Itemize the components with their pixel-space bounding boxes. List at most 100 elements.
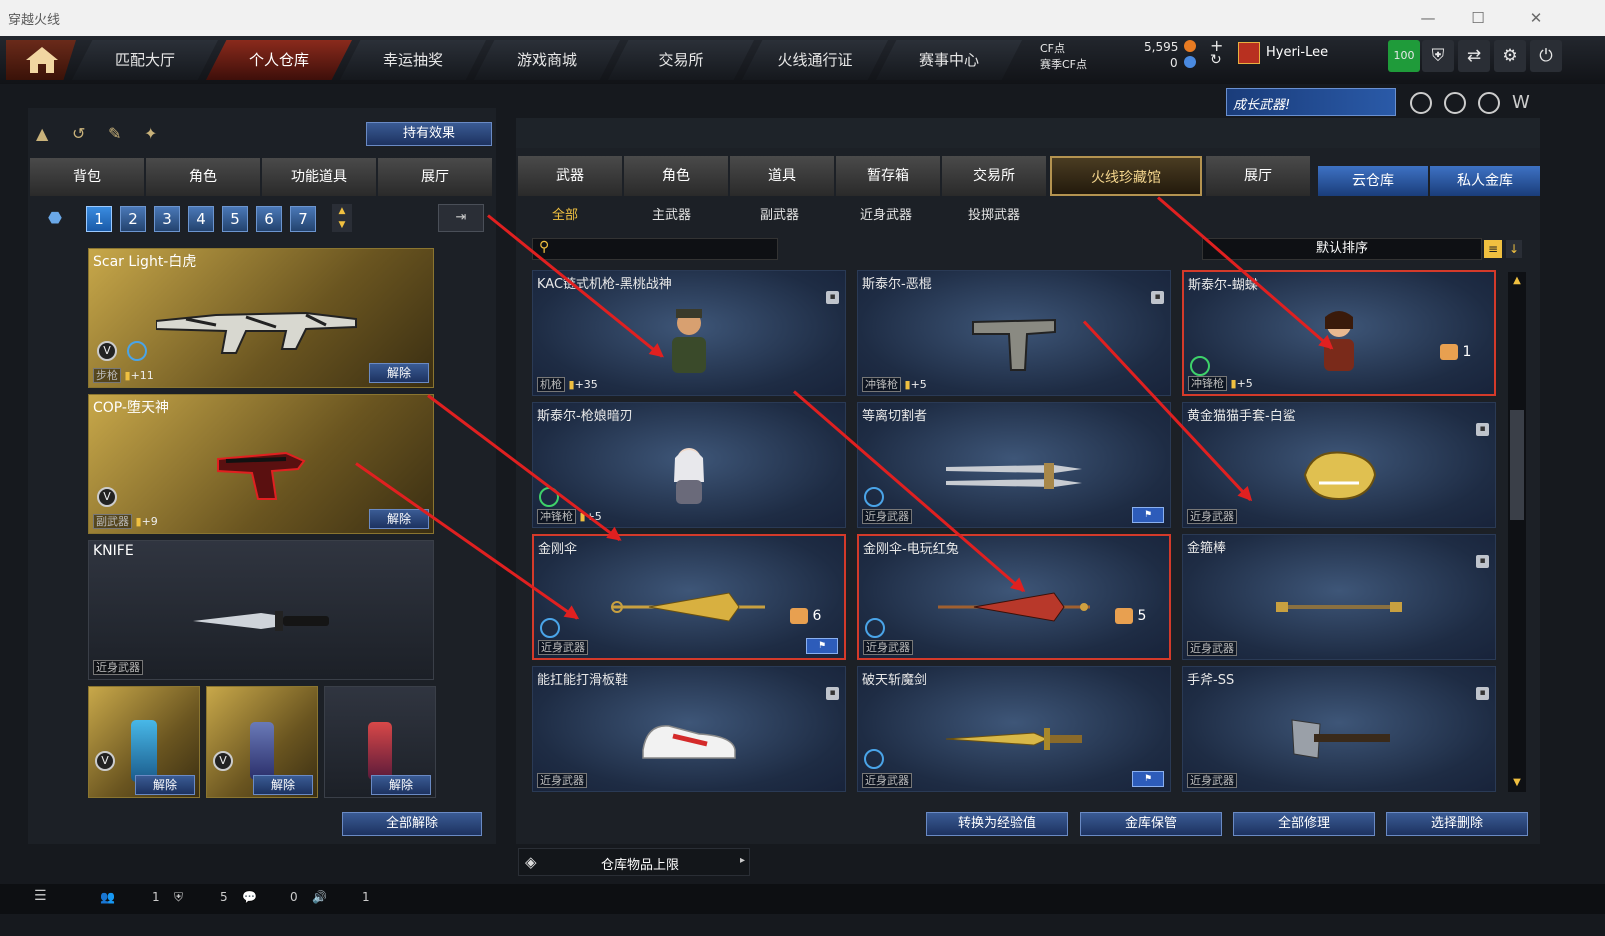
item-count: 6 bbox=[812, 608, 822, 624]
grenade-slot-2[interactable]: V 解除 bbox=[206, 686, 318, 798]
menu-icon[interactable]: ☰ bbox=[34, 888, 47, 904]
level-badge[interactable]: 100 bbox=[1388, 40, 1420, 72]
nav-tab-events[interactable]: 赛事中心 bbox=[876, 40, 1022, 80]
release-button[interactable]: 解除 bbox=[369, 509, 429, 529]
tab-items[interactable]: 功能道具 bbox=[262, 158, 376, 196]
item-card[interactable]: 黄金猫猫手套-白鲨 ▪ 近身武器 bbox=[1182, 402, 1496, 528]
username[interactable]: Hyeri-Lee bbox=[1266, 45, 1328, 60]
item-card[interactable]: 破天斩魔剑 ⚑ 近身武器 bbox=[857, 666, 1171, 792]
item-type: 近身武器 bbox=[862, 773, 912, 788]
tab-character[interactable]: 角色 bbox=[146, 158, 260, 196]
edit-icon[interactable]: ✎ bbox=[108, 124, 121, 143]
convert-to-exp-button[interactable]: 转换为经验值 bbox=[926, 812, 1068, 836]
tab-props[interactable]: 道具 bbox=[730, 156, 834, 196]
repair-all-button[interactable]: 全部修理 bbox=[1233, 812, 1375, 836]
release-button[interactable]: 解除 bbox=[135, 775, 195, 795]
subtab-melee[interactable]: 近身武器 bbox=[860, 204, 912, 223]
subtab-all[interactable]: 全部 bbox=[552, 204, 578, 223]
tab-exchange[interactable]: 交易所 bbox=[942, 156, 1046, 196]
transfer-icon[interactable]: ⇥ bbox=[438, 204, 484, 232]
nav-tab-shop[interactable]: 游戏商城 bbox=[474, 40, 620, 80]
chat-icon[interactable]: 💬 bbox=[242, 890, 257, 904]
release-button[interactable]: 解除 bbox=[253, 775, 313, 795]
equipped-slot-knife[interactable]: KNIFE 近身武器 bbox=[88, 540, 434, 680]
item-card[interactable]: 金刚伞-电玩红兔 5 近身武器 bbox=[857, 534, 1171, 660]
sort-dropdown[interactable]: 默认排序 bbox=[1202, 238, 1482, 260]
equipped-slot-pistol[interactable]: COP-堕天神 V 副武器 ▮+9 解除 bbox=[88, 394, 434, 534]
gift-icon[interactable]: ✦ bbox=[144, 124, 157, 143]
gear-icon[interactable]: ⚙ bbox=[1494, 40, 1526, 72]
nav-tab-exchange[interactable]: 交易所 bbox=[608, 40, 754, 80]
globe-icon[interactable] bbox=[1444, 92, 1466, 114]
release-button[interactable]: 解除 bbox=[369, 363, 429, 383]
tab-showroom[interactable]: 展厅 bbox=[378, 158, 492, 196]
equipped-slot-rifle[interactable]: Scar Light-白虎 V 步枪 ▮+11 解除 bbox=[88, 248, 434, 388]
vault-storage-button[interactable]: 金库保管 bbox=[1080, 812, 1222, 836]
tab-collection-hall[interactable]: 火线珍藏馆 bbox=[1050, 156, 1202, 196]
v-badge-icon[interactable] bbox=[1410, 92, 1432, 114]
history-icon[interactable]: ↺ bbox=[72, 124, 85, 143]
item-card[interactable]: 斯泰尔-蝴蝶 1 冲锋枪 ▮+5 bbox=[1182, 270, 1496, 396]
v-icon: V bbox=[95, 751, 115, 771]
maximize-button[interactable]: ☐ bbox=[1468, 8, 1488, 28]
scroll-up-icon[interactable]: ▲ bbox=[1508, 272, 1526, 290]
tab-weapons[interactable]: 武器 bbox=[518, 156, 622, 196]
page-2-button[interactable]: 2 bbox=[120, 206, 146, 232]
nav-tab-match-hall[interactable]: 匹配大厅 bbox=[72, 40, 218, 80]
item-card[interactable]: 金箍棒 ▪ 近身武器 bbox=[1182, 534, 1496, 660]
grenade-slot-1[interactable]: V 解除 bbox=[88, 686, 200, 798]
subtab-throwing[interactable]: 投掷武器 bbox=[968, 204, 1020, 223]
tab-characters[interactable]: 角色 bbox=[624, 156, 728, 196]
tab-temp-box[interactable]: 暂存箱 bbox=[836, 156, 940, 196]
list-icon[interactable]: ≡ bbox=[1484, 240, 1502, 258]
tab-backpack[interactable]: 背包 bbox=[30, 158, 144, 196]
tab-private-vault[interactable]: 私人金库 bbox=[1430, 166, 1540, 196]
growth-weapon-banner[interactable]: 成长武器! bbox=[1226, 88, 1396, 116]
shield-icon[interactable]: ⛨ bbox=[1422, 40, 1454, 72]
w-logo-icon[interactable]: W bbox=[1512, 92, 1536, 114]
sound-icon[interactable]: 🔊 bbox=[312, 890, 327, 904]
page-3-button[interactable]: 3 bbox=[154, 206, 180, 232]
refresh-icon[interactable]: ↻ bbox=[1210, 52, 1222, 68]
tab-showroom[interactable]: 展厅 bbox=[1206, 156, 1310, 196]
item-card[interactable]: 斯泰尔-恶棍 ▪ 冲锋枪 ▮+5 bbox=[857, 270, 1171, 396]
subtab-secondary[interactable]: 副武器 bbox=[760, 204, 799, 223]
scroll-down-icon[interactable]: ▼ bbox=[1508, 774, 1526, 792]
page-7-button[interactable]: 7 bbox=[290, 206, 316, 232]
release-all-button[interactable]: 全部解除 bbox=[342, 812, 482, 836]
friends-icon[interactable]: 👥 bbox=[100, 890, 115, 904]
scrollbar-thumb[interactable] bbox=[1510, 410, 1524, 520]
search-icon: ⚲ bbox=[539, 239, 550, 255]
item-card[interactable]: 金刚伞 6 ⚑ 近身武器 bbox=[532, 534, 846, 660]
page-6-button[interactable]: 6 bbox=[256, 206, 282, 232]
nav-tab-pass[interactable]: 火线通行证 bbox=[742, 40, 888, 80]
item-card[interactable]: 能扛能打滑板鞋 ▪ 近身武器 bbox=[532, 666, 846, 792]
search-input[interactable]: ⚲ bbox=[532, 238, 778, 260]
friends-count: 1 bbox=[152, 890, 160, 904]
scrollbar[interactable] bbox=[1508, 272, 1526, 792]
select-delete-button[interactable]: 选择删除 bbox=[1386, 812, 1528, 836]
page-up-down-icon[interactable]: ▲ ▼ bbox=[332, 204, 352, 232]
nav-tab-personal-storage[interactable]: 个人仓库 bbox=[206, 40, 352, 80]
page-1-button[interactable]: 1 bbox=[86, 206, 112, 232]
minimize-button[interactable]: — bbox=[1418, 8, 1438, 28]
sort-direction-icon[interactable]: ↓ bbox=[1506, 240, 1522, 258]
page-4-button[interactable]: 4 bbox=[188, 206, 214, 232]
clan-icon[interactable]: ⛨ bbox=[174, 890, 183, 905]
power-icon[interactable]: ⏻ bbox=[1530, 40, 1562, 72]
item-card[interactable]: 手斧-SS ▪ 近身武器 bbox=[1182, 666, 1496, 792]
tab-cloud-storage[interactable]: 云仓库 bbox=[1318, 166, 1428, 196]
release-button[interactable]: 解除 bbox=[371, 775, 431, 795]
subtab-primary[interactable]: 主武器 bbox=[652, 204, 691, 223]
page-5-button[interactable]: 5 bbox=[222, 206, 248, 232]
nav-tab-lottery[interactable]: 幸运抽奖 bbox=[340, 40, 486, 80]
switch-icon[interactable]: ⇄ bbox=[1458, 40, 1490, 72]
badge-icon[interactable] bbox=[1478, 92, 1500, 114]
holding-effect-button[interactable]: 持有效果 bbox=[366, 122, 492, 146]
capacity-bar[interactable]: ◈ 仓库物品上限 ▸ bbox=[518, 848, 750, 876]
close-button[interactable]: ✕ bbox=[1526, 8, 1546, 28]
grenade-slot-3[interactable]: 解除 bbox=[324, 686, 436, 798]
item-card[interactable]: 等离切割者 ⚑ 近身武器 bbox=[857, 402, 1171, 528]
ranking-icon[interactable]: ▲ bbox=[36, 124, 48, 143]
flag-icon: ⚑ bbox=[806, 638, 838, 654]
